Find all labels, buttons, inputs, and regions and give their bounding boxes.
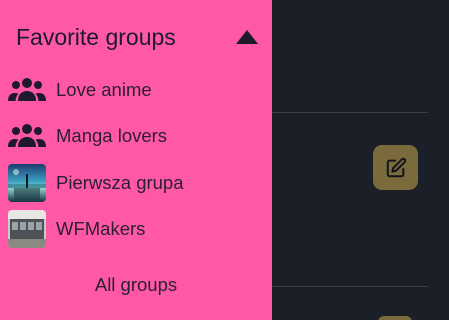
edit-button[interactable] (373, 145, 418, 190)
drawer-title: Favorite groups (16, 23, 176, 50)
edit-button-partial[interactable] (378, 316, 412, 320)
divider (272, 286, 428, 287)
edit-icon (386, 157, 406, 177)
group-label: WFMakers (56, 217, 146, 239)
favorite-groups-drawer: Favorite groups Love anime Manga lovers … (0, 0, 272, 320)
all-groups-link[interactable]: All groups (0, 272, 272, 298)
group-label: Love anime (56, 78, 152, 100)
group-label: Manga lovers (56, 124, 168, 146)
triangle-up-icon[interactable] (236, 30, 258, 44)
group-item-manga-lovers[interactable]: Manga lovers (8, 117, 272, 155)
divider (272, 112, 428, 113)
group-item-love-anime[interactable]: Love anime (8, 71, 272, 109)
group-people-icon (8, 71, 46, 109)
group-item-wfmakers[interactable]: WFMakers (8, 210, 272, 248)
group-thumbnail-image (8, 210, 46, 248)
group-people-icon (8, 117, 46, 155)
drawer-header[interactable]: Favorite groups (0, 0, 272, 74)
group-thumbnail-image (8, 164, 46, 202)
group-label: Pierwsza grupa (56, 171, 184, 193)
group-item-pierwsza-grupa[interactable]: Pierwsza grupa (8, 164, 272, 202)
